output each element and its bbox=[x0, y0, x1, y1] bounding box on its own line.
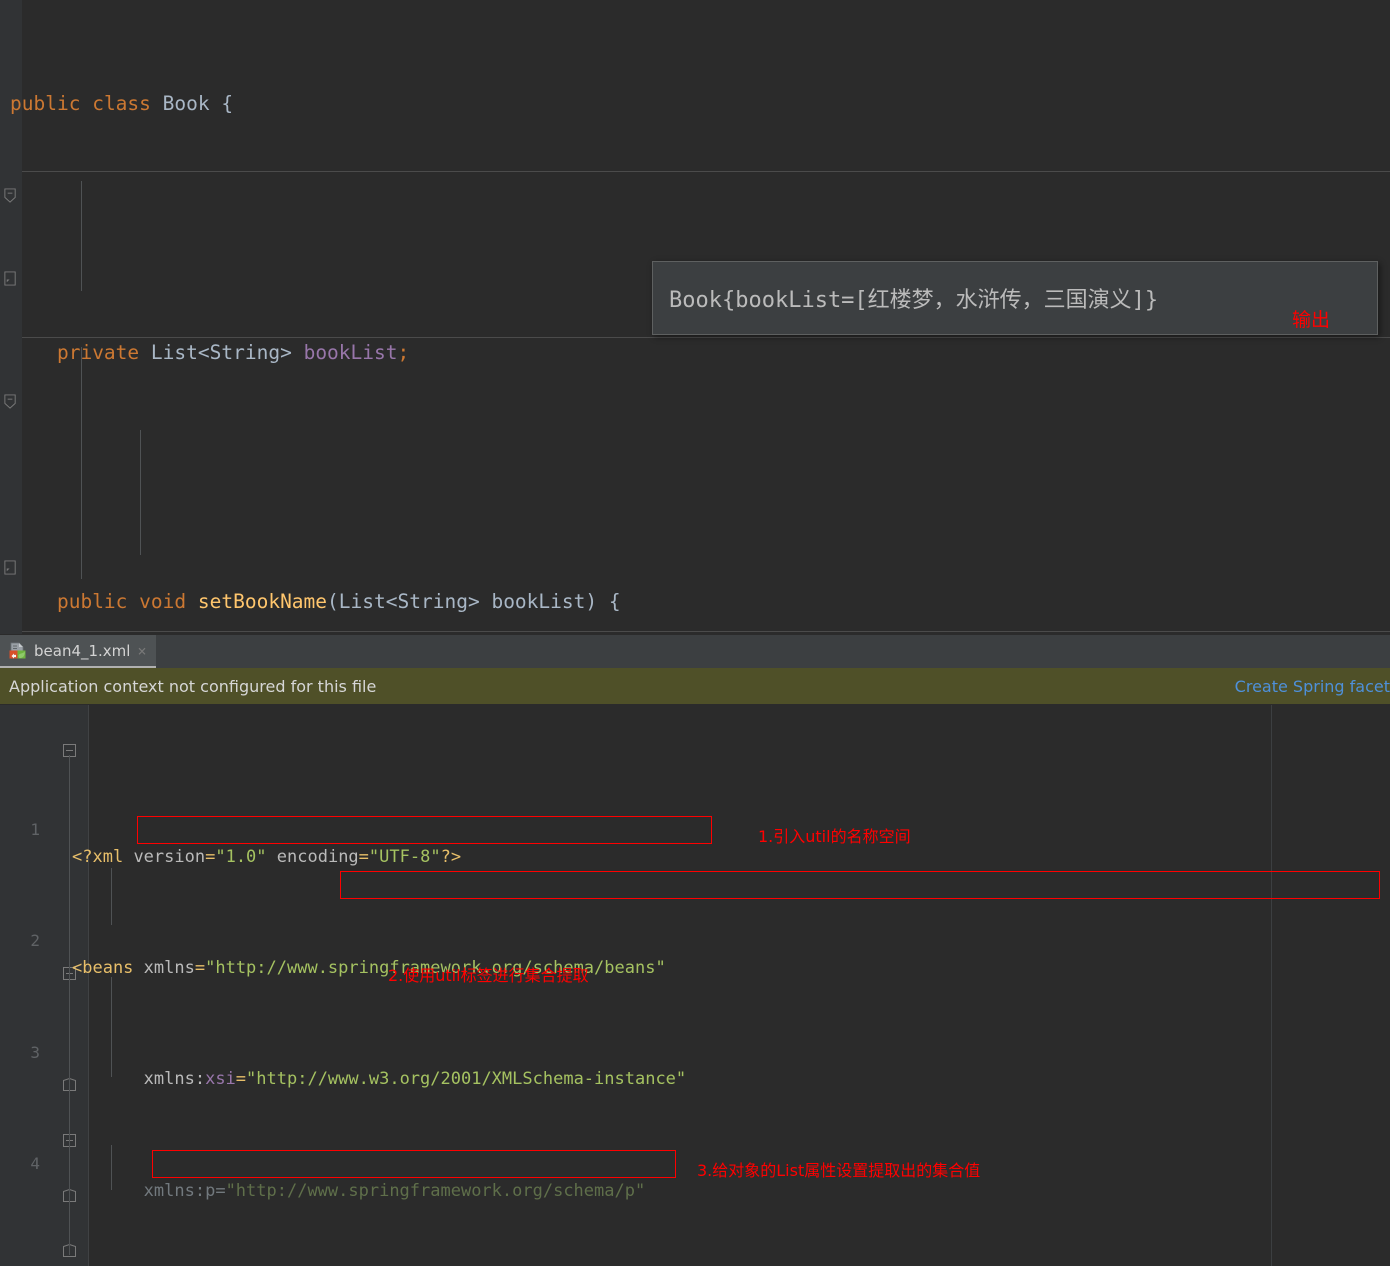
line-number: 5 bbox=[0, 1261, 40, 1266]
editor-tab-bar[interactable]: bean4_1.xml × bbox=[0, 635, 1390, 668]
spring-xml-file-icon bbox=[9, 642, 26, 659]
output-annotation-label: 输出 bbox=[1292, 309, 1331, 331]
xml-line[interactable]: 1 <?xml version="1.0" encoding="UTF-8"?> bbox=[0, 788, 1390, 867]
annotation-2-label: 2.使用util标签进行集合提取 bbox=[388, 966, 589, 985]
xml-line[interactable]: 2 <beans xmlns="http://www.springframewo… bbox=[0, 900, 1390, 978]
ide-window: public class Book { private List<String>… bbox=[0, 0, 1390, 1266]
close-icon[interactable]: × bbox=[137, 642, 146, 660]
code-line[interactable]: public void setBookName(List<String> boo… bbox=[0, 581, 1390, 623]
xml-line[interactable]: 3 xmlns:xsi="http://www.w3.org/2001/XMLS… bbox=[0, 1011, 1390, 1090]
xml-line[interactable]: 4 xmlns:p="http://www.springframework.or… bbox=[0, 1122, 1390, 1201]
tab-bean4_1-xml[interactable]: bean4_1.xml × bbox=[0, 635, 156, 668]
line-number: 4 bbox=[30, 1153, 40, 1173]
xml-editor-pane[interactable]: 1 <?xml version="1.0" encoding="UTF-8"?>… bbox=[0, 705, 1390, 1266]
tab-label: bean4_1.xml bbox=[34, 641, 131, 660]
notification-message: Application context not configured for t… bbox=[9, 676, 377, 696]
xml-code-lines[interactable]: 1 <?xml version="1.0" encoding="UTF-8"?>… bbox=[0, 705, 1390, 1266]
output-tooltip-text: Book{bookList=[红楼梦，水浒传，三国演义]} bbox=[669, 288, 1159, 313]
annotation-3-label: 3.给对象的List属性设置提取出的集合值 bbox=[697, 1161, 981, 1180]
annotation-1-label: 1.引入util的名称空间 bbox=[758, 827, 911, 846]
java-editor-pane[interactable]: public class Book { private List<String>… bbox=[0, 0, 1390, 634]
line-number: 1 bbox=[30, 820, 40, 840]
xml-line[interactable]: 5 xmlns:util="http://www.springframework… bbox=[0, 1233, 1390, 1266]
code-line[interactable] bbox=[0, 208, 1390, 250]
code-line[interactable] bbox=[0, 457, 1390, 499]
notification-bar: Application context not configured for t… bbox=[0, 668, 1390, 704]
code-line[interactable]: public class Book { bbox=[0, 83, 1390, 125]
output-tooltip-box: Book{bookList=[红楼梦，水浒传，三国演义]} bbox=[652, 261, 1378, 335]
line-number: 2 bbox=[30, 931, 40, 951]
create-spring-facet-link[interactable]: Create Spring facet bbox=[1235, 677, 1390, 696]
code-line[interactable]: private List<String> bookList; bbox=[0, 332, 1390, 374]
line-number: 3 bbox=[30, 1042, 40, 1062]
